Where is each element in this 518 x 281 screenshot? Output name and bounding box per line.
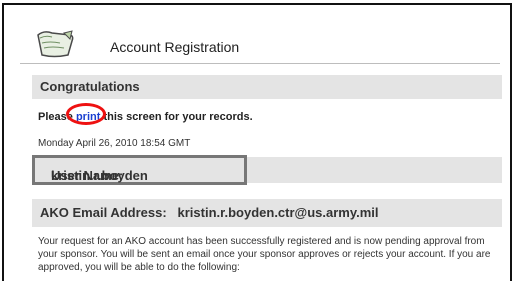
approval-message: Your request for an AKO account has been…	[38, 236, 491, 273]
scroll-icon	[37, 30, 74, 58]
email-value: kristin.r.boyden.ctr@us.army.mil	[177, 205, 379, 220]
username-bar	[247, 157, 502, 183]
registration-date: Monday April 26, 2010 18:54 GMT	[38, 138, 191, 149]
print-text-1: Plea	[38, 111, 61, 123]
page-title: Account Registration	[110, 39, 240, 55]
email-label: AKO Email Address:	[40, 205, 167, 220]
print-text-4: is screen for your records.	[113, 111, 253, 123]
email-text: AKO Email Address: kristin.r.boyden.ctr@…	[40, 205, 379, 220]
username-value: kristin.r.boyden	[51, 168, 148, 183]
highlight-circle	[66, 103, 106, 125]
congratulations-heading: Congratulations	[40, 79, 140, 94]
username-text: User Name: kristin.r.boyden	[43, 163, 148, 183]
email-bar: AKO Email Address: kristin.r.boyden.ctr@…	[32, 199, 502, 227]
page-header: Account Registration	[20, 23, 500, 64]
registration-window: Account Registration Congratulations Ple…	[2, 3, 512, 281]
username-highlight-box: User Name: kristin.r.boyden	[32, 155, 247, 185]
congratulations-bar: Congratulations	[32, 75, 502, 99]
